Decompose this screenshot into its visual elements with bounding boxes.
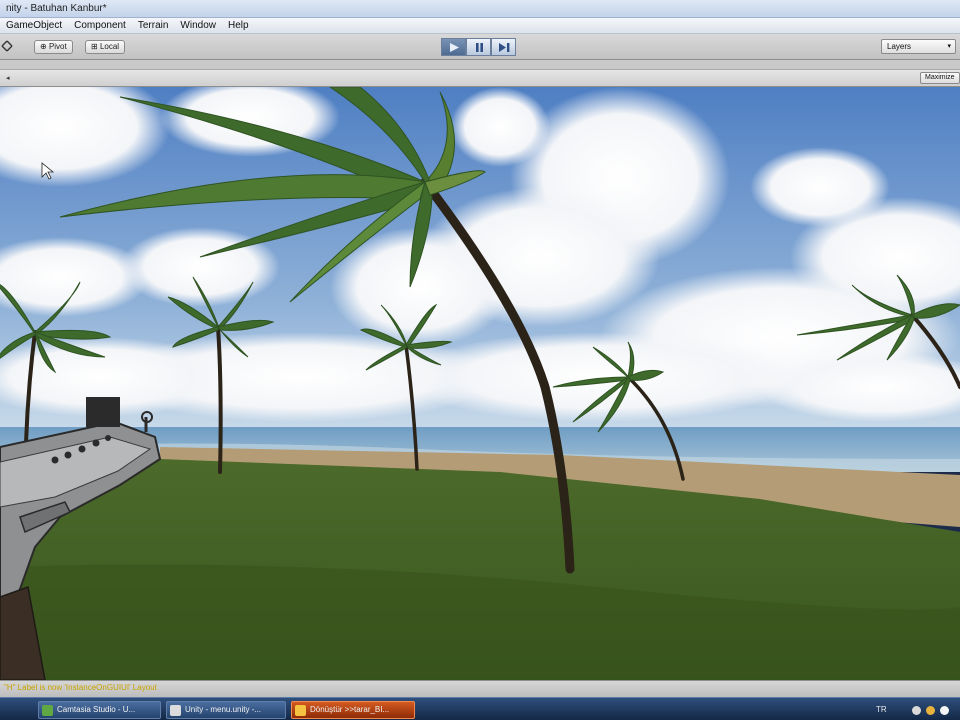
play-button[interactable]	[441, 38, 466, 56]
status-bar: "H" Label is now 'InstanceOnGUIUI' Layou…	[0, 680, 960, 697]
notification-icon[interactable]	[940, 706, 949, 715]
pause-button[interactable]	[466, 38, 491, 56]
pivot-icon: ⊕	[40, 42, 47, 51]
taskbar-item-converter[interactable]: Dönüştür >>tarar_BI...	[291, 701, 415, 719]
status-message[interactable]: "H" Label is now 'InstanceOnGUIUI' Layou…	[4, 683, 157, 692]
step-icon	[499, 43, 510, 52]
toolbar: ⊕ Pivot ⊞ Local Layers ▾	[0, 34, 960, 60]
taskbar-item-label: Dönüştür >>tarar_BI...	[310, 705, 390, 714]
language-indicator[interactable]: TR	[876, 705, 887, 714]
system-tray: TR	[870, 701, 960, 719]
scale-tool-icon[interactable]	[0, 39, 14, 53]
local-label: Local	[99, 42, 120, 51]
taskbar-item-camtasia[interactable]: Camtasia Studio - U...	[38, 701, 161, 719]
converter-icon	[295, 705, 306, 716]
pivot-label: Pivot	[48, 42, 67, 51]
menu-window[interactable]: Window	[174, 18, 222, 33]
view-divider	[0, 60, 960, 70]
step-button[interactable]	[491, 38, 516, 56]
volume-icon[interactable]	[926, 706, 935, 715]
maximize-on-play-button[interactable]: Maximize	[920, 72, 960, 84]
local-toggle[interactable]: ⊞ Local	[85, 40, 126, 54]
game-view[interactable]	[0, 87, 960, 680]
weapon-sight	[86, 397, 120, 427]
menu-terrain[interactable]: Terrain	[132, 18, 175, 33]
network-icon[interactable]	[912, 706, 921, 715]
menu-help[interactable]: Help	[222, 18, 255, 33]
camtasia-icon	[42, 705, 53, 716]
local-icon: ⊞	[91, 42, 98, 51]
taskbar-item-label: Camtasia Studio - U...	[57, 705, 136, 714]
os-taskbar: Camtasia Studio - U... Unity - menu.unit…	[0, 697, 960, 720]
layers-dropdown[interactable]: Layers ▾	[881, 39, 956, 54]
collapse-arrow-icon[interactable]: ◂	[6, 74, 10, 82]
game-scene	[0, 87, 960, 680]
window-title: nity - Batuhan Kanbur*	[6, 3, 107, 14]
pause-icon	[476, 43, 483, 52]
layers-label: Layers	[887, 42, 912, 51]
play-icon	[450, 43, 459, 52]
pivot-toggle[interactable]: ⊕ Pivot	[34, 40, 73, 54]
taskbar-item-unity[interactable]: Unity - menu.unity -...	[166, 701, 286, 719]
game-view-header: ◂ Maximize	[0, 70, 960, 87]
menu-gameobject[interactable]: GameObject	[0, 18, 68, 33]
chevron-down-icon: ▾	[947, 43, 951, 50]
menu-bar: GameObject Component Terrain Window Help	[0, 18, 960, 34]
taskbar-item-label: Unity - menu.unity -...	[185, 705, 262, 714]
play-controls	[441, 38, 517, 56]
unity-icon	[170, 705, 181, 716]
window-titlebar: nity - Batuhan Kanbur*	[0, 0, 960, 18]
menu-component[interactable]: Component	[68, 18, 132, 33]
